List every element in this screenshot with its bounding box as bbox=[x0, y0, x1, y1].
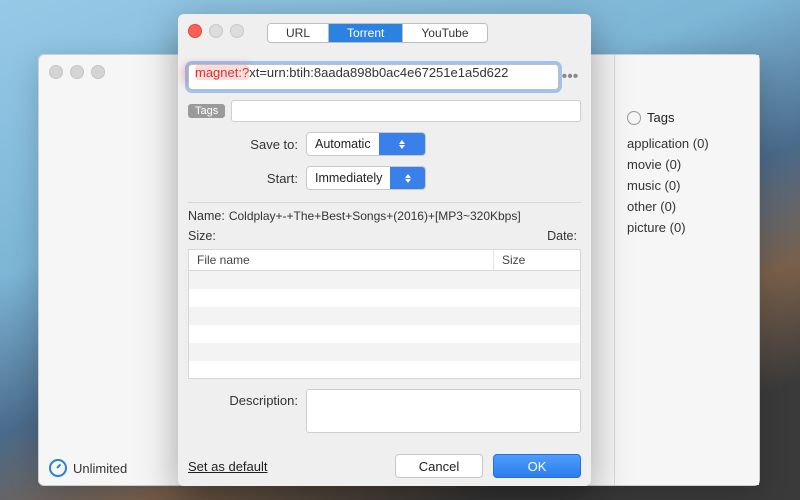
tags-sidebar: Tags application (0) movie (0) music (0)… bbox=[614, 55, 759, 485]
status-bar: Unlimited bbox=[49, 459, 127, 477]
save-to-label: Save to: bbox=[188, 137, 306, 152]
divider bbox=[188, 202, 581, 203]
files-table: File name Size bbox=[188, 249, 581, 379]
tab-youtube[interactable]: YouTube bbox=[402, 24, 486, 42]
start-select[interactable]: Immediately bbox=[306, 166, 426, 190]
chevron-up-down-icon[interactable] bbox=[390, 167, 425, 189]
name-value: Coldplay+-+The+Best+Songs+(2016)+[MP3~32… bbox=[229, 209, 521, 223]
tags-header-label: Tags bbox=[647, 110, 674, 125]
description-label: Description: bbox=[188, 389, 306, 433]
close-window-icon[interactable] bbox=[188, 24, 202, 38]
zoom-window-icon bbox=[230, 24, 244, 38]
more-icon[interactable]: ••• bbox=[559, 66, 581, 88]
tags-header-row[interactable]: Tags bbox=[627, 110, 749, 125]
table-row bbox=[189, 325, 580, 343]
table-row bbox=[189, 361, 580, 378]
tags-input[interactable] bbox=[231, 100, 581, 122]
traffic-light-dot bbox=[70, 65, 84, 79]
tag-item[interactable]: movie (0) bbox=[627, 154, 749, 175]
magnet-url-input[interactable]: magnet:?xt=urn:btih:8aada898b0ac4e67251e… bbox=[188, 64, 559, 90]
status-text: Unlimited bbox=[73, 461, 127, 476]
cancel-button[interactable]: Cancel bbox=[395, 454, 483, 478]
table-header: File name Size bbox=[189, 250, 580, 271]
window-controls bbox=[188, 24, 244, 38]
save-to-select[interactable]: Automatic bbox=[306, 132, 426, 156]
tab-torrent[interactable]: Torrent bbox=[328, 24, 402, 42]
tag-item[interactable]: music (0) bbox=[627, 175, 749, 196]
tag-item[interactable]: picture (0) bbox=[627, 217, 749, 238]
add-download-dialog: URL Torrent YouTube magnet:?xt=urn:btih:… bbox=[178, 14, 591, 486]
start-label: Start: bbox=[188, 171, 306, 186]
table-body bbox=[189, 271, 580, 378]
table-row bbox=[189, 343, 580, 361]
table-row bbox=[189, 271, 580, 289]
traffic-light-dot bbox=[49, 65, 63, 79]
save-to-value: Automatic bbox=[307, 137, 379, 151]
size-label: Size: bbox=[188, 229, 216, 243]
traffic-light-dot bbox=[91, 65, 105, 79]
name-label: Name: bbox=[188, 209, 225, 223]
col-file-name[interactable]: File name bbox=[189, 250, 494, 270]
table-row bbox=[189, 289, 580, 307]
url-scheme-highlight: magnet:? bbox=[195, 65, 249, 80]
gauge-icon bbox=[49, 459, 67, 477]
description-input[interactable] bbox=[306, 389, 581, 433]
radio-icon[interactable] bbox=[627, 111, 641, 125]
minimize-window-icon bbox=[209, 24, 223, 38]
set-as-default-link[interactable]: Set as default bbox=[188, 459, 268, 474]
source-tabs: URL Torrent YouTube bbox=[267, 23, 488, 43]
start-value: Immediately bbox=[307, 171, 390, 185]
table-row bbox=[189, 307, 580, 325]
ok-button[interactable]: OK bbox=[493, 454, 581, 478]
window-controls-inactive bbox=[49, 65, 105, 79]
chevron-up-down-icon[interactable] bbox=[379, 133, 425, 155]
tags-chip[interactable]: Tags bbox=[188, 104, 225, 118]
tab-url[interactable]: URL bbox=[268, 24, 328, 42]
tag-item[interactable]: other (0) bbox=[627, 196, 749, 217]
date-label: Date: bbox=[547, 229, 577, 243]
url-rest: xt=urn:btih:8aada898b0ac4e67251e1a5d622 bbox=[249, 65, 508, 80]
tag-item[interactable]: application (0) bbox=[627, 133, 749, 154]
col-size[interactable]: Size bbox=[494, 250, 580, 270]
